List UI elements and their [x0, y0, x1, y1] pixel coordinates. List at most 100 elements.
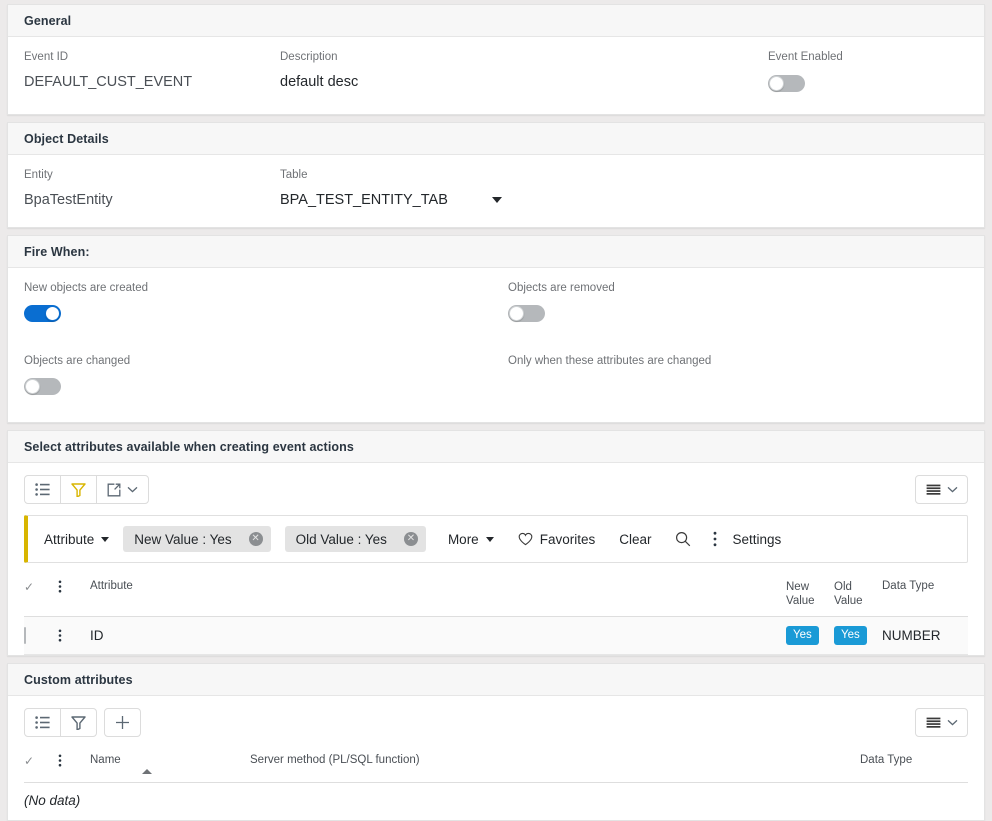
field-objects-removed: Objects are removed	[508, 281, 968, 327]
table-value: BPA_TEST_ENTITY_TAB	[280, 192, 448, 208]
search-icon	[675, 531, 690, 547]
field-event-id: Event ID DEFAULT_CUST_EVENT	[24, 50, 280, 97]
chevron-down-icon	[492, 197, 502, 203]
field-entity: Entity BpaTestEntity	[24, 168, 280, 210]
select-all-header[interactable]: ✓	[24, 748, 58, 783]
check-icon: ✓	[24, 580, 35, 594]
filter-button[interactable]	[60, 475, 97, 504]
attribute-filter-dropdown[interactable]: Attribute	[44, 531, 110, 547]
filter-chip-new-value[interactable]: New Value : Yes ✕	[123, 526, 271, 552]
empty-state-text: (No data)	[24, 793, 81, 808]
objects-removed-toggle[interactable]	[508, 305, 545, 322]
toggle-knob	[509, 306, 524, 321]
remove-filter-chip-icon[interactable]: ✕	[403, 532, 418, 546]
table-header-row: ✓ Name Server method (PL/SQL function) D…	[24, 748, 968, 783]
sort-ascending-icon	[142, 769, 152, 774]
view-settings-button[interactable]	[915, 475, 968, 504]
object-details-panel-body: Entity BpaTestEntity Table BPA_TEST_ENTI…	[8, 155, 984, 227]
filter-chip-old-value[interactable]: Old Value : Yes ✕	[284, 526, 426, 552]
fire-when-panel-body: New objects are created Objects are remo…	[8, 268, 984, 422]
table-select[interactable]: BPA_TEST_ENTITY_TAB	[280, 190, 512, 210]
field-objects-changed: Objects are changed	[24, 354, 508, 400]
page-root: General Event ID DEFAULT_CUST_EVENT Desc…	[0, 0, 992, 821]
custom-attributes-toolbar	[24, 696, 968, 748]
clear-filters-button[interactable]: Clear	[619, 532, 651, 547]
object-details-panel-title: Object Details	[24, 131, 109, 146]
field-table: Table BPA_TEST_ENTITY_TAB	[280, 168, 968, 210]
cell-attribute: ID	[90, 616, 786, 655]
row-menu-header[interactable]	[58, 574, 90, 617]
favorites-button[interactable]: Favorites	[518, 531, 596, 547]
filter-chip-label: New Value : Yes	[134, 531, 232, 547]
general-panel-header: General	[8, 4, 984, 37]
attributes-panel-body: Attribute New Value : Yes ✕ Old Value : …	[8, 463, 984, 655]
chevron-down-icon	[947, 486, 957, 493]
field-event-enabled: Event Enabled	[768, 50, 968, 97]
event-enabled-toggle[interactable]	[768, 75, 805, 92]
custom-view-settings-button[interactable]	[915, 708, 968, 737]
custom-attributes-view-group	[24, 708, 97, 737]
column-header-custom-data-type[interactable]: Data Type	[860, 748, 968, 783]
custom-attributes-toolbar-buttons	[24, 708, 141, 737]
favorites-label: Favorites	[539, 531, 596, 547]
column-header-name[interactable]: Name	[90, 748, 250, 783]
row-checkbox[interactable]	[24, 627, 26, 644]
status-badge[interactable]: Yes	[786, 626, 819, 645]
chevron-down-icon	[485, 536, 494, 542]
column-header-server-method[interactable]: Server method (PL/SQL function)	[250, 748, 860, 783]
attributes-table-head: ✓ Attribute New Value Old Value Data Type	[24, 574, 968, 617]
only-when-attributes-changed-label: Only when these attributes are changed	[508, 355, 712, 367]
column-header-attribute[interactable]: Attribute	[90, 574, 786, 617]
field-description: Description default desc	[280, 50, 768, 97]
column-header-data-type[interactable]: Data Type	[882, 574, 968, 617]
custom-attributes-panel: Custom attributes ✓ Name Server method (…	[7, 663, 985, 821]
row-menu-header[interactable]	[58, 748, 90, 783]
field-new-objects-created: New objects are created	[24, 281, 508, 327]
settings-label: Settings	[732, 531, 782, 547]
objects-changed-toggle[interactable]	[24, 378, 61, 395]
attributes-table: ✓ Attribute New Value Old Value Data Type	[24, 574, 968, 655]
row-menu-cell[interactable]	[58, 616, 90, 655]
export-button[interactable]	[96, 475, 149, 504]
add-custom-attribute-button[interactable]	[104, 708, 141, 737]
entity-label: Entity	[24, 169, 53, 181]
filter-overflow-button[interactable]	[713, 531, 717, 547]
attributes-panel: Select attributes available when creatin…	[7, 430, 985, 656]
more-vertical-icon	[58, 629, 62, 642]
attribute-filter-label: Attribute	[44, 531, 95, 547]
table-header-row: ✓ Attribute New Value Old Value Data Type	[24, 574, 968, 617]
toggle-knob	[45, 306, 60, 321]
fire-when-panel: Fire When: New objects are created Objec…	[7, 235, 985, 423]
description-label: Description	[280, 51, 338, 63]
table-label: Table	[280, 169, 308, 181]
list-view-button[interactable]	[24, 475, 61, 504]
custom-attributes-panel-body: ✓ Name Server method (PL/SQL function) D…	[8, 696, 984, 820]
attributes-table-body: ID Yes Yes NUMBER	[24, 616, 968, 655]
new-objects-created-toggle[interactable]	[24, 305, 61, 322]
remove-filter-chip-icon[interactable]: ✕	[248, 532, 263, 546]
custom-list-view-button[interactable]	[24, 708, 61, 737]
list-icon	[35, 483, 50, 496]
clear-label: Clear	[619, 531, 652, 547]
custom-filter-button[interactable]	[60, 708, 97, 737]
custom-attributes-panel-title: Custom attributes	[24, 672, 133, 687]
cell-data-type: NUMBER	[882, 616, 968, 655]
search-button[interactable]	[675, 531, 691, 547]
column-header-new-value[interactable]: New Value	[786, 574, 834, 617]
general-panel-body: Event ID DEFAULT_CUST_EVENT Description …	[8, 37, 984, 114]
event-id-value: DEFAULT_CUST_EVENT	[24, 74, 193, 90]
toggle-knob	[769, 76, 784, 91]
attributes-toolbar-buttons	[24, 475, 149, 504]
plus-icon	[116, 716, 129, 729]
select-all-header[interactable]: ✓	[24, 574, 58, 617]
row-select-cell[interactable]	[24, 616, 58, 655]
more-vertical-icon	[713, 531, 716, 547]
chevron-down-icon	[947, 719, 957, 726]
table-row[interactable]: ID Yes Yes NUMBER	[24, 616, 968, 655]
status-badge[interactable]: Yes	[834, 626, 867, 645]
object-details-panel-header: Object Details	[8, 122, 984, 155]
view-density-icon	[926, 484, 940, 495]
column-header-old-value[interactable]: Old Value	[834, 574, 882, 617]
more-filters-dropdown[interactable]: More	[448, 532, 494, 547]
settings-button[interactable]: Settings	[733, 532, 782, 547]
